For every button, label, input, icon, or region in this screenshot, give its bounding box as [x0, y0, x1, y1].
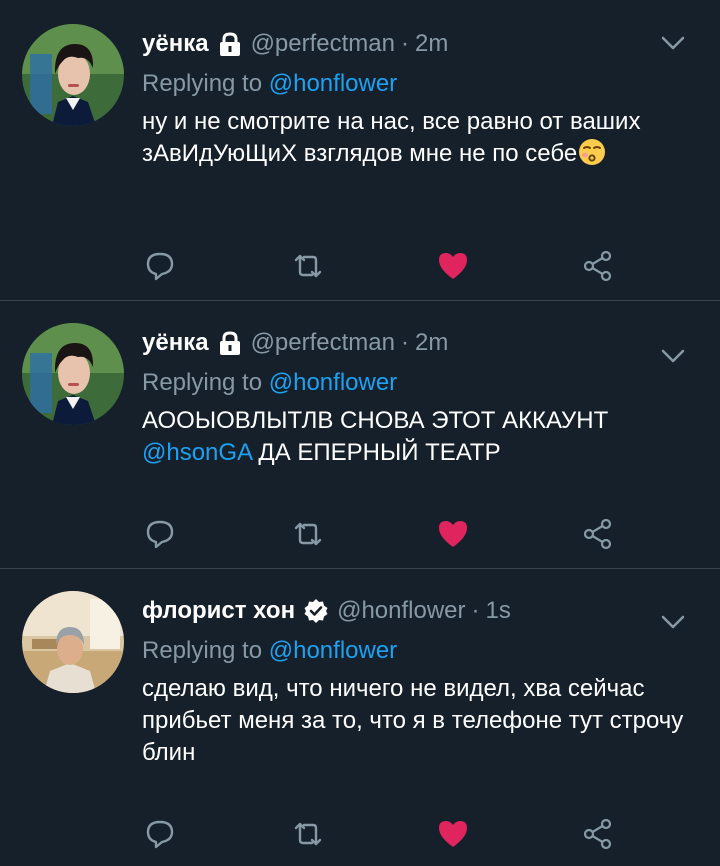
- tweet-actions: [0, 516, 720, 556]
- separator: ·: [400, 30, 409, 57]
- tweet-header: уёнка @perfectman · 2m: [142, 325, 700, 361]
- handle[interactable]: @perfectman: [251, 30, 395, 58]
- replying-prefix: Replying to: [142, 369, 269, 396]
- heart-icon[interactable]: [435, 516, 471, 552]
- replying-prefix: Replying to: [142, 70, 269, 97]
- tweet-text-tail: ДА ЕПЕРНЫЙ ТЕАТР: [251, 439, 501, 466]
- tweet-text: сделаю вид, что ничего не видел, хва сей…: [142, 673, 700, 769]
- reply-icon[interactable]: [142, 816, 178, 852]
- timestamp[interactable]: 2m: [415, 30, 448, 58]
- tweet[interactable]: уёнка @perfectman · 2m Replying to @honf…: [0, 0, 720, 301]
- chevron-down-icon[interactable]: [658, 28, 688, 58]
- tweet-actions: [0, 816, 720, 856]
- display-name[interactable]: уёнка: [142, 329, 209, 357]
- display-name[interactable]: флорист хон: [142, 597, 295, 625]
- handle[interactable]: @perfectman: [251, 329, 395, 357]
- reply-icon[interactable]: [142, 516, 178, 552]
- tweet-text-body: ну и не смотрите на нас, все равно от ва…: [142, 108, 648, 167]
- tweet-feed: уёнка @perfectman · 2m Replying to @honf…: [0, 0, 720, 866]
- retweet-icon[interactable]: [290, 248, 326, 284]
- display-name[interactable]: уёнка: [142, 30, 209, 58]
- retweet-icon[interactable]: [290, 516, 326, 552]
- retweet-icon[interactable]: [290, 816, 326, 852]
- mention-link[interactable]: @hsonGA: [142, 439, 252, 466]
- avatar[interactable]: [22, 591, 124, 693]
- replying-to: Replying to @honflower: [142, 68, 700, 100]
- reply-mention-link[interactable]: @honflower: [269, 637, 397, 664]
- chevron-down-icon[interactable]: [658, 341, 688, 371]
- reply-icon[interactable]: [142, 248, 178, 284]
- tweet-text-body: сделаю вид, что ничего не видел, хва сей…: [142, 675, 690, 766]
- handle[interactable]: @honflower: [337, 597, 465, 625]
- lock-icon: [219, 32, 240, 56]
- share-icon[interactable]: [580, 816, 616, 852]
- heart-icon[interactable]: [435, 816, 471, 852]
- tweet-header: уёнка @perfectman · 2m: [142, 26, 700, 62]
- lock-icon: [219, 331, 240, 355]
- tweet-text-body: АООЫОВЛЫТЛВ СНОВА ЭТОТ АККАУНТ: [142, 407, 615, 434]
- share-icon[interactable]: [580, 248, 616, 284]
- tweet-actions: [0, 248, 720, 288]
- tweet[interactable]: флорист хон @honflower · 1s Replying to …: [0, 569, 720, 866]
- heart-icon[interactable]: [435, 248, 471, 284]
- tweet-text: АООЫОВЛЫТЛВ СНОВА ЭТОТ АККАУНТ @hsonGA Д…: [142, 405, 700, 469]
- verified-icon: [304, 599, 328, 623]
- separator: ·: [471, 597, 480, 624]
- replying-prefix: Replying to: [142, 637, 269, 664]
- timestamp[interactable]: 2m: [415, 329, 448, 357]
- replying-to: Replying to @honflower: [142, 367, 700, 399]
- kissing-face-icon: [579, 139, 606, 165]
- reply-mention-link[interactable]: @honflower: [269, 369, 397, 396]
- timestamp[interactable]: 1s: [486, 597, 511, 625]
- tweet-header: флорист хон @honflower · 1s: [142, 593, 700, 629]
- chevron-down-icon[interactable]: [658, 607, 688, 637]
- avatar[interactable]: [22, 24, 124, 126]
- share-icon[interactable]: [580, 516, 616, 552]
- replying-to: Replying to @honflower: [142, 635, 700, 667]
- reply-mention-link[interactable]: @honflower: [269, 70, 397, 97]
- tweet[interactable]: уёнка @perfectman · 2m Replying to @honf…: [0, 301, 720, 569]
- avatar[interactable]: [22, 323, 124, 425]
- tweet-text: ну и не смотрите на нас, все равно от ва…: [142, 106, 700, 170]
- separator: ·: [400, 329, 409, 356]
